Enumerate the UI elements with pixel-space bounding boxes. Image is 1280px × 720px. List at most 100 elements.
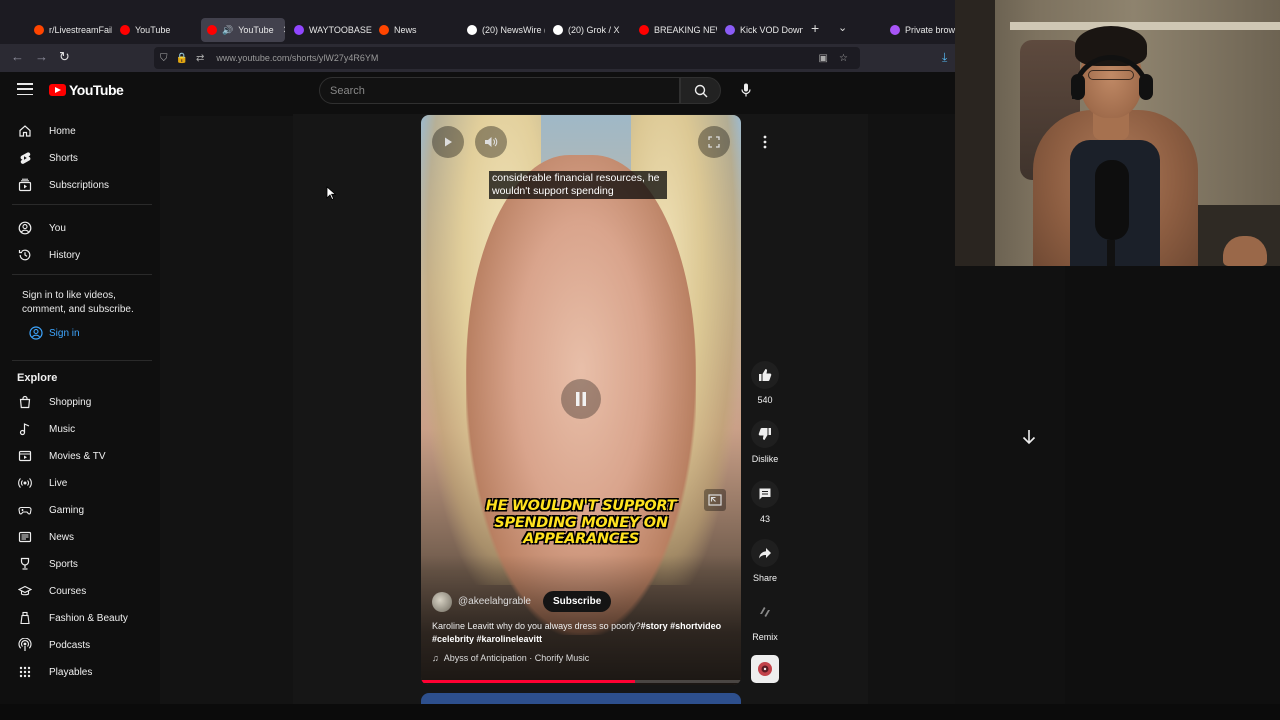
sidebar-item-history[interactable]: History (0, 244, 160, 266)
more-vert-icon (763, 135, 767, 149)
thumbs-down-icon (758, 428, 771, 440)
dislike-button[interactable] (751, 420, 779, 448)
tab-label: Kick VOD Down (740, 25, 803, 35)
sidebar-item-gaming[interactable]: Gaming (0, 499, 160, 521)
sidebar-item-shorts[interactable]: Shorts (0, 147, 160, 169)
remix-button[interactable] (751, 598, 779, 626)
sidebar-item-label: Subscriptions (49, 179, 110, 191)
sidebar-item-sports[interactable]: Sports (0, 553, 160, 575)
sidebar-item-label: History (49, 249, 81, 261)
play-button[interactable] (432, 126, 464, 158)
browser-tab[interactable]: BREAKING NEW (633, 18, 717, 42)
share-icon (759, 548, 771, 559)
like-button[interactable] (751, 361, 779, 389)
forward-icon[interactable]: → (35, 49, 48, 64)
permissions-icon[interactable]: ⇄ (196, 53, 204, 64)
headset-icon (1139, 74, 1153, 100)
tab-label: Private browsi (905, 25, 956, 35)
signin-button[interactable]: Sign in (29, 326, 80, 340)
sidebar-item-news[interactable]: News (0, 526, 160, 548)
browser-tab[interactable]: (20) NewsWire ( (461, 18, 545, 42)
youtube-masthead: YouTube Search (0, 72, 955, 114)
volume-button[interactable] (475, 126, 507, 158)
sidebar-item-courses[interactable]: Courses (0, 580, 160, 602)
sidebar-item-live[interactable]: Live (0, 472, 160, 494)
home-icon (18, 124, 32, 138)
tab-favicon-icon (120, 25, 130, 35)
sidebar-item-shopping[interactable]: Shopping (0, 391, 160, 413)
mouse-cursor-icon (326, 186, 336, 200)
tab-audio-icon[interactable]: 🔊 (222, 25, 233, 36)
lock-icon[interactable]: 🔒 (176, 53, 188, 64)
tracking-shield-icon[interactable]: ⛉ (160, 53, 168, 64)
pause-button[interactable] (561, 379, 601, 419)
sidebar-divider (12, 360, 152, 361)
picture-in-picture-button[interactable] (704, 489, 726, 511)
voice-search-button[interactable] (735, 79, 757, 101)
sound-thumbnail-button[interactable] (751, 655, 779, 683)
sidebar-item-label: Music (49, 423, 76, 435)
browser-tab[interactable]: Private browsi (884, 18, 956, 42)
tab-label: r/LivestreamFail (49, 25, 112, 35)
downloads-icon[interactable]: ⤓ (942, 50, 947, 65)
sidebar-item-music[interactable]: Music (0, 418, 160, 440)
microphone-icon (1107, 240, 1115, 266)
tab-close-icon[interactable]: ✕ (283, 25, 285, 36)
sidebar-item-podcasts[interactable]: Podcasts (0, 634, 160, 656)
video-progress-bar[interactable] (421, 680, 741, 683)
you-icon (18, 221, 32, 235)
youtube-logo[interactable]: YouTube (49, 82, 124, 98)
sidebar-item-fashion-beauty[interactable]: Fashion & Beauty (0, 607, 160, 629)
signin-label: Sign in (49, 327, 80, 339)
comment-icon (759, 488, 771, 500)
menu-icon[interactable] (17, 83, 33, 95)
logo-text: YouTube (69, 82, 124, 98)
tab-label: YouTube (135, 25, 171, 35)
channel-name[interactable]: @akeelahgrable (458, 596, 531, 607)
music-attribution[interactable]: ♫ Abyss of Anticipation · Chorify Music (432, 653, 589, 663)
subscribe-button[interactable]: Subscribe (542, 591, 612, 612)
tab-label: (20) NewsWire ( (482, 25, 545, 35)
sidebar-item-you[interactable]: You (0, 217, 160, 239)
fashion-icon (18, 611, 32, 625)
browser-tab[interactable]: News (373, 18, 457, 42)
search-input[interactable]: Search (319, 77, 680, 104)
shorts-icon (18, 151, 32, 165)
dislike-action[interactable]: Dislike (748, 420, 782, 464)
browser-tab[interactable]: WAYTOOBASED (288, 18, 372, 42)
sidebar-item-home[interactable]: Home (0, 120, 160, 142)
next-short-button[interactable] (1019, 427, 1039, 447)
comments-action[interactable]: 43 (748, 480, 782, 524)
browser-tab[interactable]: r/LivestreamFail (28, 18, 112, 42)
movies-icon (18, 449, 32, 463)
browser-tab-active[interactable]: 🔊 YouTube ✕ (201, 18, 285, 42)
next-short-preview[interactable] (421, 693, 741, 704)
share-action[interactable]: Share (748, 539, 782, 583)
remix-action[interactable]: Remix (748, 598, 782, 642)
search-button[interactable] (680, 77, 721, 104)
url-bar[interactable]: ⛉ 🔒 ⇄ www.youtube.com/shorts/ylW27y4R6YM… (154, 47, 860, 69)
url-text[interactable]: www.youtube.com/shorts/ylW27y4R6YM (216, 53, 378, 63)
share-button[interactable] (751, 539, 779, 567)
browser-tab[interactable]: (20) Grok / X (547, 18, 631, 42)
sidebar-item-label: Movies & TV (49, 450, 106, 462)
shorts-video-player[interactable]: considerable financial resources, he wou… (421, 115, 741, 685)
channel-avatar[interactable] (432, 591, 452, 612)
bookmark-star-icon[interactable]: ☆ (839, 53, 848, 64)
sidebar-item-subscriptions[interactable]: Subscriptions (0, 174, 160, 196)
list-all-tabs-button[interactable]: ⌄ (838, 21, 847, 34)
remix-icon (760, 607, 770, 617)
browser-tab[interactable]: YouTube (114, 18, 198, 42)
reload-icon[interactable]: ↻ (59, 49, 70, 65)
comments-button[interactable] (751, 480, 779, 508)
new-tab-button[interactable]: + (811, 20, 819, 36)
video-description[interactable]: Karoline Leavitt why do you always dress… (432, 620, 737, 646)
more-options-button[interactable] (751, 128, 779, 156)
back-icon[interactable]: ← (11, 49, 24, 64)
fullscreen-button[interactable] (698, 126, 730, 158)
like-action[interactable]: 540 (748, 361, 782, 405)
sidebar-item-movies-tv[interactable]: Movies & TV (0, 445, 160, 467)
browser-tab[interactable]: Kick VOD Down (719, 18, 803, 42)
sidebar-item-playables[interactable]: Playables (0, 661, 160, 683)
picture-icon[interactable]: ▣ (819, 53, 828, 64)
